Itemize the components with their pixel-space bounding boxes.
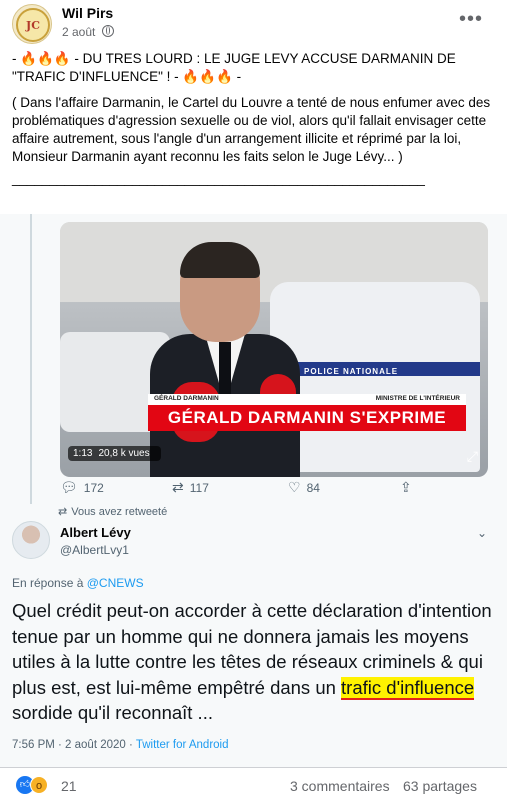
quoted-tweet-actions: 💬︎ 172 ⇄ 117 ♡ 84 ⇪ (60, 479, 440, 503)
wow-reaction-icon: o (30, 776, 48, 794)
reply-to-line: En réponse à @CNEWS (12, 576, 144, 590)
video-views: 20,8 k vues (98, 448, 150, 459)
post-header: JC Wil Pirs 2 août ••• (0, 0, 507, 46)
tweet-source-link[interactable]: Twitter for Android (136, 739, 229, 751)
post-separator: ________________________________________… (12, 171, 425, 186)
expand-icon[interactable]: ⤢ (467, 448, 478, 465)
tweet-text: Quel crédit peut-on accorder à cette déc… (12, 598, 494, 726)
speaker-figure (150, 242, 300, 477)
thread-line (30, 214, 32, 504)
reply-action[interactable]: 💬︎ 172 (60, 479, 104, 496)
news-lower-third: GÉRALD DARMANIN MINISTRE DE L'INTÉRIEUR … (148, 394, 466, 440)
reply-prefix: En réponse à (12, 576, 87, 590)
tweet-text-highlight: trafic d'influence (341, 676, 475, 700)
post-text: - 🔥🔥🔥 - DU TRES LOURD : LE JUGE LEVY ACC… (12, 50, 492, 196)
post-body: ( Dans l'affaire Darmanin, le Cartel du … (12, 95, 491, 164)
reply-count: 172 (83, 480, 104, 495)
reply-target-link[interactable]: @CNEWS (87, 576, 144, 590)
caption-banner: GÉRALD DARMANIN S'EXPRIME (148, 405, 466, 431)
author-avatar[interactable]: JC (12, 4, 52, 44)
reaction-count[interactable]: 21 (61, 778, 77, 794)
tweet-text-after: sordide qu'il reconnaît ... (12, 702, 213, 723)
svg-text:JC: JC (25, 19, 40, 32)
post-headline: - 🔥🔥🔥 - DU TRES LOURD : LE JUGE LEVY ACC… (12, 51, 456, 84)
chevron-down-icon[interactable]: ⌄ (477, 526, 487, 540)
shares-count[interactable]: 63 partages (403, 778, 477, 794)
retweet-note: ⇄ Vous avez retweeté (58, 505, 167, 518)
reactions-bar: 👍︎ o 21 3 commentaires 63 partages (0, 767, 507, 801)
retweet-action[interactable]: ⇄ 117 (172, 479, 209, 496)
reaction-icons[interactable]: 👍︎ o (16, 776, 56, 794)
tweet-timestamp: 7:56 PM · 2 août 2020 · Twitter for Andr… (12, 739, 229, 751)
post-date[interactable]: 2 août (62, 25, 114, 39)
tweet-screenshot[interactable]: POLICE NATIONALE GÉRALD DARMANIN MINISTR… (0, 214, 507, 767)
video-thumbnail[interactable]: POLICE NATIONALE GÉRALD DARMANIN MINISTR… (60, 222, 488, 477)
tweet-author-name[interactable]: Albert Lévy (60, 525, 131, 540)
like-action[interactable]: ♡ 84 (288, 479, 320, 496)
speaker-hair (180, 242, 260, 278)
share-action[interactable]: ⇪ (400, 479, 412, 496)
post-date-text[interactable]: 2 août (62, 25, 95, 39)
globe-icon (101, 25, 114, 37)
share-icon: ⇪ (400, 479, 412, 495)
video-duration: 1:13 (73, 448, 93, 459)
heart-icon: ♡ (288, 479, 301, 495)
speaker-tie (219, 342, 231, 402)
tweet-author-handle[interactable]: @AlbertLvy1 (60, 543, 129, 557)
police-van-label: POLICE NATIONALE (304, 367, 399, 376)
retweet-count: 117 (189, 480, 209, 495)
like-count: 84 (306, 480, 320, 495)
tweet-author-avatar[interactable] (12, 521, 50, 559)
caption-strip: GÉRALD DARMANIN MINISTRE DE L'INTÉRIEUR (148, 394, 466, 405)
retweet-icon: ⇄ (58, 506, 68, 518)
retweet-icon: ⇄ (172, 479, 184, 495)
more-options-icon[interactable]: ••• (459, 8, 483, 31)
video-info: 1:13 20,8 k vues (68, 446, 161, 461)
comments-count[interactable]: 3 commentaires (290, 778, 390, 794)
police-van (270, 282, 480, 472)
tweet-time: 7:56 PM · 2 août 2020 · (12, 739, 136, 751)
author-name[interactable]: Wil Pirs (62, 5, 113, 21)
caption-role: MINISTRE DE L'INTÉRIEUR (375, 395, 460, 402)
reply-icon: 💬︎ (60, 479, 78, 495)
caption-name: GÉRALD DARMANIN (154, 395, 219, 402)
retweet-note-text: Vous avez retweeté (71, 506, 168, 518)
